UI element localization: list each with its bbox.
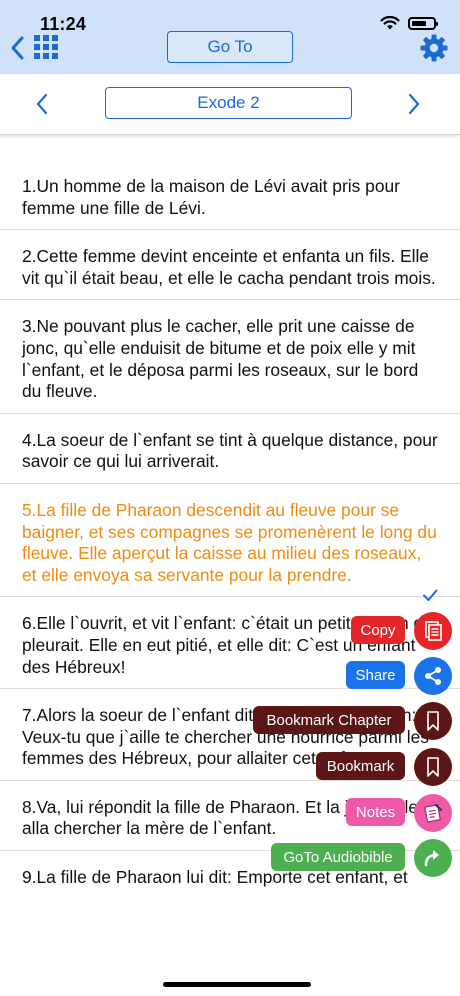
notes-icon[interactable] bbox=[414, 794, 452, 832]
notes-button[interactable]: Notes bbox=[346, 798, 405, 826]
chevron-left-icon[interactable] bbox=[34, 92, 50, 116]
grid-icon[interactable] bbox=[34, 35, 58, 59]
verse-item[interactable]: 1.Un homme de la maison de Lévi avait pr… bbox=[0, 170, 460, 231]
chapter-selector-button[interactable]: Exode 2 bbox=[105, 87, 352, 119]
chevron-right-icon[interactable] bbox=[406, 92, 422, 116]
goto-button[interactable]: Go To bbox=[167, 31, 293, 63]
goto-audiobible-button[interactable]: GoTo Audiobible bbox=[271, 843, 405, 871]
settings-gear-icon[interactable] bbox=[419, 33, 449, 63]
status-time: 11:24 bbox=[40, 14, 87, 34]
copy-icon[interactable] bbox=[414, 612, 452, 650]
bookmark-chapter-icon[interactable] bbox=[414, 702, 452, 740]
top-bar: 11:24 Go To bbox=[0, 0, 460, 74]
bookmark-icon[interactable] bbox=[414, 748, 452, 786]
verse-item[interactable]: 3.Ne pouvant plus le cacher, elle prit u… bbox=[0, 310, 460, 414]
status-indicators bbox=[380, 16, 438, 30]
verse-item-selected[interactable]: 5.La fille de Pharaon descendit au fleuv… bbox=[0, 494, 460, 598]
verse-item[interactable]: 2.Cette femme devint enceinte et enfanta… bbox=[0, 240, 460, 301]
share-icon[interactable] bbox=[414, 657, 452, 695]
checkmark-icon bbox=[423, 589, 438, 601]
battery-icon bbox=[408, 16, 438, 30]
bookmark-chapter-button[interactable]: Bookmark Chapter bbox=[253, 706, 405, 734]
goto-arrow-icon[interactable] bbox=[414, 839, 452, 877]
bookmark-button[interactable]: Bookmark bbox=[316, 752, 405, 780]
share-button[interactable]: Share bbox=[346, 661, 405, 689]
verse-item[interactable]: 4.La soeur de l`enfant se tint à quelque… bbox=[0, 424, 460, 484]
home-indicator bbox=[163, 982, 311, 987]
chapter-navigation-bar: Exode 2 bbox=[0, 74, 460, 135]
wifi-icon bbox=[380, 16, 400, 30]
copy-button[interactable]: Copy bbox=[351, 616, 405, 644]
back-arrow-icon[interactable] bbox=[8, 34, 28, 62]
